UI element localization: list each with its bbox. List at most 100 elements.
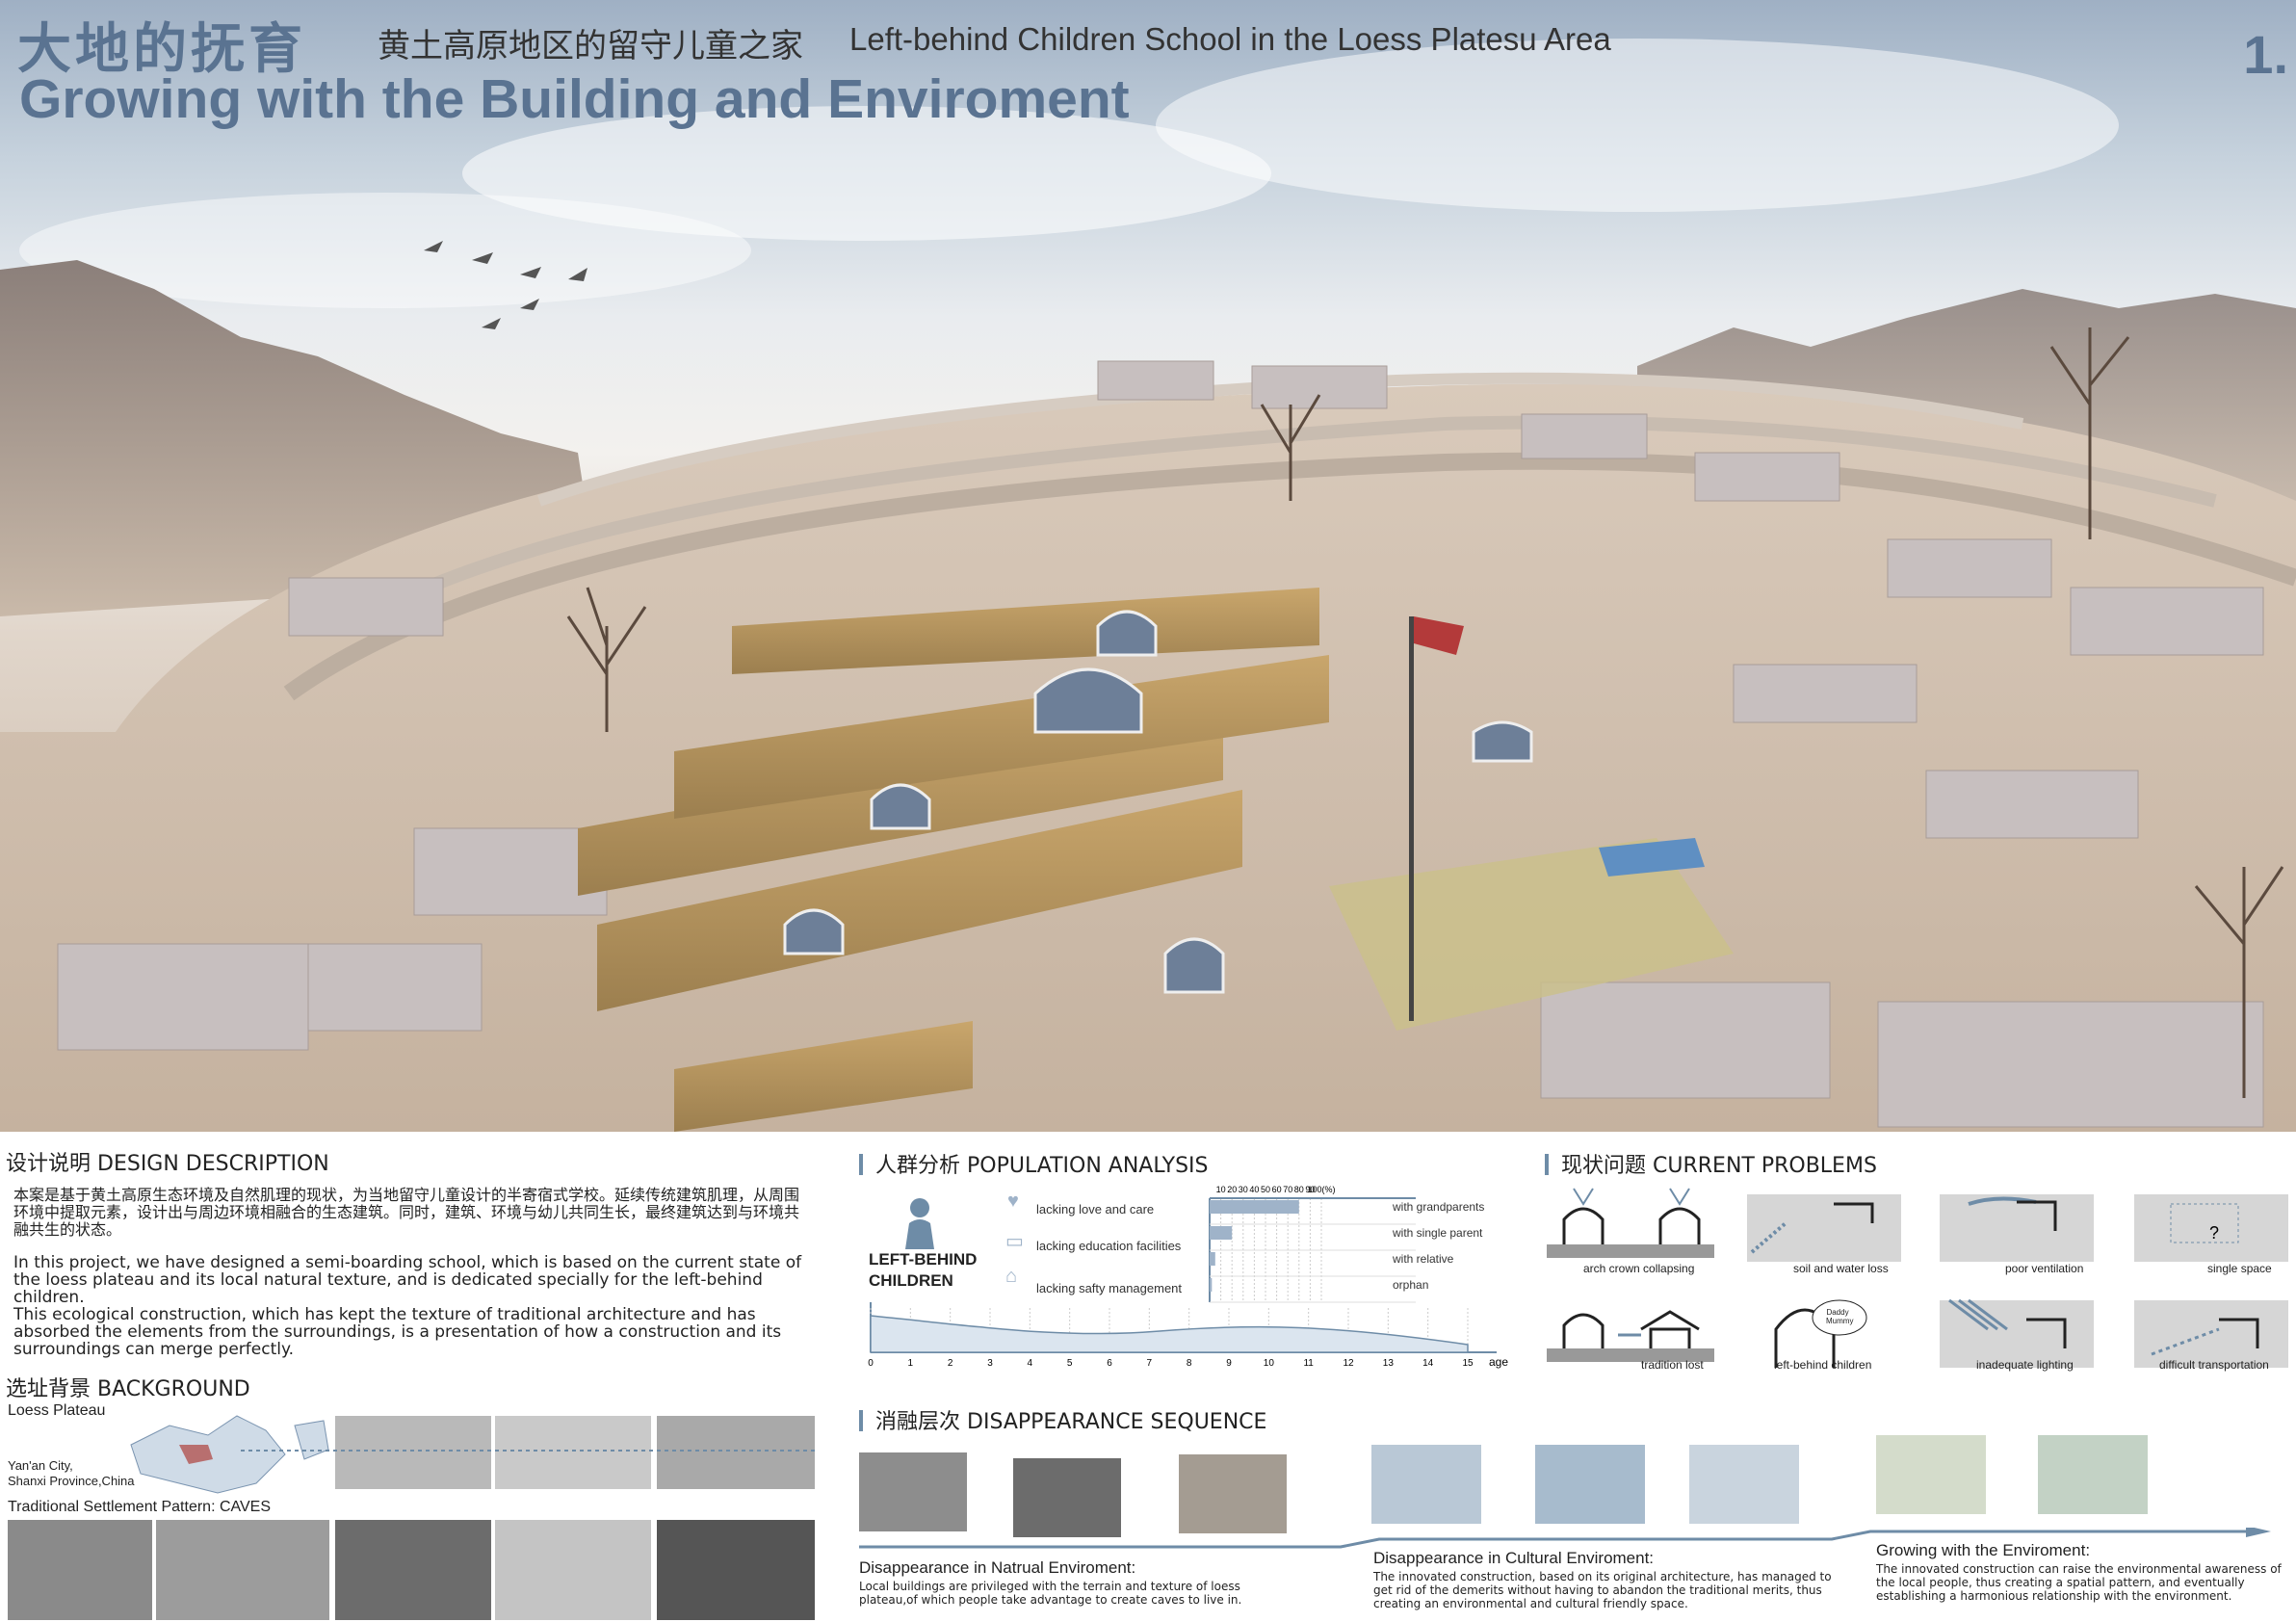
stage-growing-title: Growing with the Enviroment: (1876, 1541, 2091, 1559)
age-tick-label: 2 (948, 1358, 953, 1369)
category-label: with grandparents (1392, 1200, 1484, 1214)
age-tick-label: 6 (1107, 1358, 1112, 1369)
background-heading-en: BACKGROUND (97, 1377, 250, 1401)
single-space-diagram: ? (2134, 1194, 2288, 1262)
stage-natural-text: Local buildings are privileged with the … (859, 1580, 1242, 1607)
design-heading-cn: 设计说明 (6, 1152, 91, 1176)
age-tick-label: 10 (1264, 1358, 1275, 1369)
age-tick-label: 15 (1462, 1358, 1474, 1369)
cave-photo-3 (335, 1520, 491, 1620)
loess-plateau-label: Loess Plateau (8, 1402, 106, 1419)
problems-heading-en: CURRENT PROBLEMS (1653, 1154, 1877, 1178)
age-distribution-area (870, 1315, 1469, 1353)
category-label: orphan (1393, 1278, 1428, 1292)
group-label-1: LEFT-BEHIND (869, 1250, 978, 1269)
population-bar (1210, 1252, 1215, 1266)
age-tick-label: 8 (1187, 1358, 1192, 1369)
percent-tick-label: 20 (1227, 1185, 1237, 1194)
sequence-heading: 消融层次 DISAPPEARANCE SEQUENCE (859, 1404, 1266, 1435)
percent-tick-label: 70 (1283, 1185, 1292, 1194)
problem-lighting: inadequate lighting (1976, 1358, 2074, 1372)
need-safety: lacking safty management (1036, 1281, 1183, 1295)
age-tick-label: 1 (908, 1358, 914, 1369)
category-label: with single parent (1392, 1226, 1483, 1240)
school-rendering-illustration (0, 39, 2296, 1132)
percent-tick-label: 30 (1239, 1185, 1248, 1194)
age-tick-label: 9 (1226, 1358, 1232, 1369)
design-heading: 设计说明 DESIGN DESCRIPTION (6, 1146, 329, 1177)
age-tick-label: 4 (1028, 1358, 1033, 1369)
need-education: lacking education facilities (1036, 1239, 1182, 1253)
problems-heading: 现状问题 CURRENT PROBLEMS (1545, 1148, 1877, 1179)
population-bar (1210, 1278, 1213, 1292)
natural-photo-2 (1013, 1458, 1121, 1537)
subtitle-chinese: 黄土高原地区的留守儿童之家 (378, 27, 803, 65)
percent-tick-label: 50 (1261, 1185, 1270, 1194)
problem-children: left-behind children (1774, 1358, 1872, 1372)
stage-cultural-title: Disappearance in Cultural Enviroment: (1373, 1549, 1655, 1567)
heart-icon: ♥ (1007, 1190, 1019, 1212)
hero-rendering: 大地的抚育 黄土高原地区的留守儿童之家 Left-behind Children… (0, 0, 2296, 1132)
house-icon: ⌂ (1005, 1266, 1018, 1287)
design-text-en-2: This ecological construction, which has … (13, 1305, 782, 1359)
growing-model-2 (2038, 1435, 2148, 1514)
sequence-heading-en: DISAPPEARANCE SEQUENCE (967, 1410, 1267, 1434)
age-tick-label: 12 (1343, 1358, 1354, 1369)
problem-arch: arch crown collapsing (1583, 1262, 1695, 1275)
stage-growing-text: The innovated construction can raise the… (1876, 1562, 2282, 1603)
stage-cultural-text: The innovated construction, based on its… (1373, 1570, 1832, 1610)
background-heading: 选址背景 BACKGROUND (6, 1372, 250, 1402)
population-bar (1210, 1226, 1233, 1240)
cultural-model-3 (1689, 1445, 1799, 1524)
tradition-lost-diagram (1547, 1310, 1714, 1362)
population-heading-cn: 人群分析 (875, 1154, 961, 1178)
stage-natural-title: Disappearance in Natrual Enviroment: (859, 1558, 1136, 1577)
cave-photo-5 (657, 1520, 815, 1620)
design-heading-en: DESIGN DESCRIPTION (97, 1152, 329, 1176)
age-tick-label: 13 (1383, 1358, 1395, 1369)
population-heading: 人群分析 POPULATION ANALYSIS (859, 1148, 1209, 1179)
cave-photo-1 (8, 1520, 152, 1620)
problem-soil: soil and water loss (1793, 1262, 1889, 1275)
cultural-model-1 (1371, 1445, 1481, 1524)
problem-transportation: difficult transportation (2159, 1358, 2269, 1372)
age-tick-label: 5 (1067, 1358, 1073, 1369)
cave-photo-4 (495, 1520, 651, 1620)
sequence-heading-cn: 消融层次 (875, 1410, 961, 1434)
title-english: Growing with the Building and Enviroment (19, 68, 1130, 130)
natural-photo-3 (1179, 1454, 1287, 1533)
age-distribution-chart: 0 1 2 3 4 5 6 7 8 9 10 11 12 13 14 15 age (868, 1302, 1508, 1369)
age-axis-label: age (1489, 1355, 1508, 1369)
percent-tick-label: 60 (1272, 1185, 1282, 1194)
problem-ventilation: poor ventilation (2005, 1262, 2084, 1275)
soil-water-loss-diagram (1747, 1194, 1901, 1262)
map-dotted-line (241, 1450, 819, 1452)
percent-tick-label: 10 (1216, 1185, 1226, 1194)
category-label: with relative (1392, 1252, 1454, 1266)
age-tick-label: 14 (1422, 1358, 1434, 1369)
cave-photo-2 (156, 1520, 329, 1620)
design-text-cn: 本案是基于黄土高原生态环境及自然肌理的现状，为当地留守儿童设计的半寄宿式学校。延… (13, 1186, 800, 1239)
population-bar (1210, 1200, 1299, 1214)
problem-single-space: single space (2207, 1262, 2272, 1275)
age-tick-label: 11 (1303, 1358, 1314, 1369)
book-icon: ▭ (1005, 1231, 1024, 1252)
need-love: lacking love and care (1036, 1202, 1155, 1216)
location-label-2: Shanxi Province,China (8, 1474, 135, 1488)
arch-collapse-diagram (1547, 1188, 1714, 1258)
group-label-2: CHILDREN (869, 1271, 953, 1290)
poor-ventilation-diagram (1940, 1194, 2094, 1262)
percent-tick-label: 100(%) (1307, 1185, 1335, 1194)
growing-model-1 (1876, 1435, 1986, 1514)
page-number: 1. (2243, 24, 2288, 85)
background-heading-cn: 选址背景 (6, 1377, 91, 1401)
age-tick-label: 3 (987, 1358, 993, 1369)
problem-tradition: tradition lost (1641, 1358, 1704, 1372)
problems-heading-cn: 现状问题 (1561, 1154, 1647, 1178)
percent-tick-label: 80 (1294, 1185, 1304, 1194)
problems-diagrams: ? (1547, 1188, 2288, 1368)
child-icon (905, 1198, 934, 1249)
settlement-pattern-label: Traditional Settlement Pattern: CAVES (8, 1499, 272, 1515)
location-label-1: Yan'an City, (8, 1458, 73, 1473)
natural-photo-1 (859, 1452, 967, 1531)
